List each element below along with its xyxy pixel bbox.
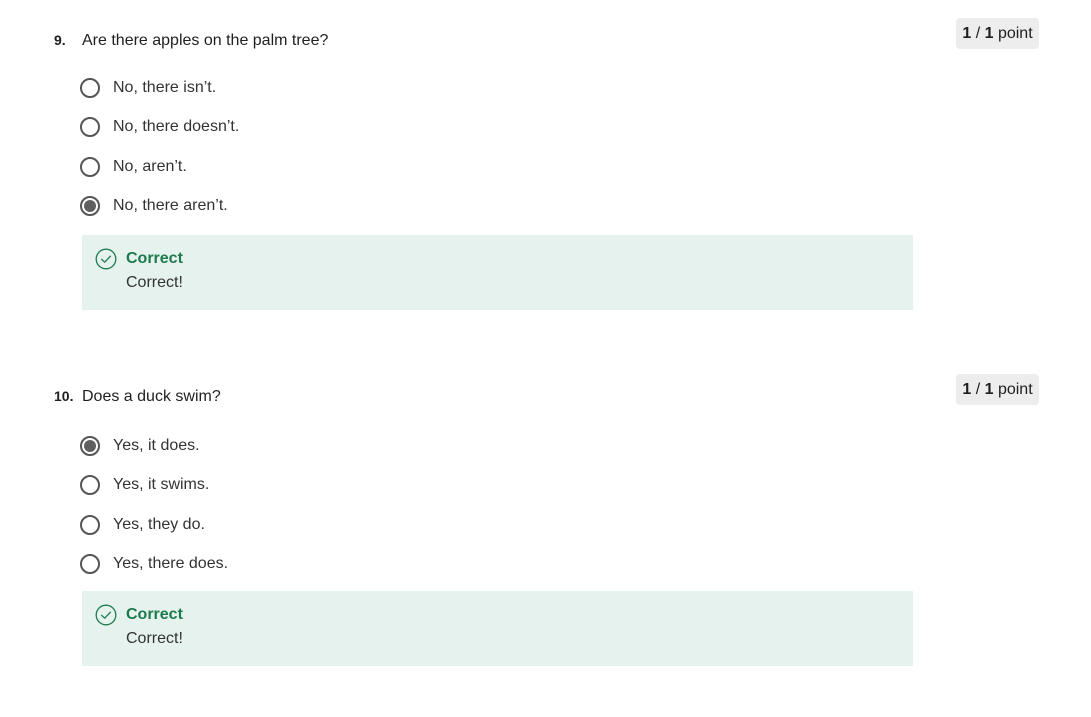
feedback-panel: Correct Correct! [82,591,913,666]
points-earned: 1 [962,381,972,398]
radio-button[interactable] [80,554,100,575]
answer-option[interactable]: Yes, they do. [80,505,228,545]
radio-button-selected[interactable] [80,435,100,456]
feedback-status: Correct [126,606,183,623]
feedback-message: Correct! [126,274,183,291]
radio-button[interactable] [80,475,100,496]
question-text: Does a duck swim? [82,388,221,405]
radio-button[interactable] [80,156,100,177]
points-badge: 1 / 1 point [956,374,1039,405]
points-unit: point [993,381,1033,398]
option-label: Yes, they do. [113,515,205,533]
option-label: No, there isn’t. [113,78,217,96]
radio-button[interactable] [80,514,100,535]
points-total: 1 [984,25,994,42]
answer-options: No, there isn’t. No, there doesn’t. No, … [80,68,239,226]
feedback-message: Correct! [126,630,183,647]
answer-option[interactable]: Yes, there does. [80,545,228,585]
points-separator: / [971,25,985,42]
option-label: No, there aren’t. [113,197,228,215]
points-total: 1 [984,381,994,398]
question-number: 9. [54,32,66,48]
answer-option[interactable]: No, there doesn’t. [80,108,239,148]
answer-option[interactable]: No, there isn’t. [80,68,239,108]
feedback-panel: Correct Correct! [82,235,913,310]
points-separator: / [971,381,985,398]
points-unit: point [993,25,1033,42]
option-label: Yes, it does. [113,436,200,454]
answer-options: Yes, it does. Yes, it swims. Yes, they d… [80,426,228,584]
option-label: Yes, it swims. [113,476,210,494]
radio-button[interactable] [80,117,100,138]
feedback-status: Correct [126,250,183,267]
answer-option[interactable]: Yes, it swims. [80,466,228,506]
option-label: Yes, there does. [113,555,229,573]
answer-option[interactable]: Yes, it does. [80,426,228,466]
question-text: Are there apples on the palm tree? [82,32,329,49]
points-earned: 1 [962,25,972,42]
answer-option[interactable]: No, there aren’t. [80,187,239,227]
points-badge: 1 / 1 point [956,18,1039,49]
answer-option[interactable]: No, aren’t. [80,147,239,187]
option-label: No, there doesn’t. [113,118,240,136]
radio-button[interactable] [80,77,100,98]
radio-button-selected[interactable] [80,196,100,217]
check-circle-icon [95,604,117,626]
check-circle-icon [95,248,117,270]
question-number: 10. [54,388,74,404]
option-label: No, aren’t. [113,157,187,175]
